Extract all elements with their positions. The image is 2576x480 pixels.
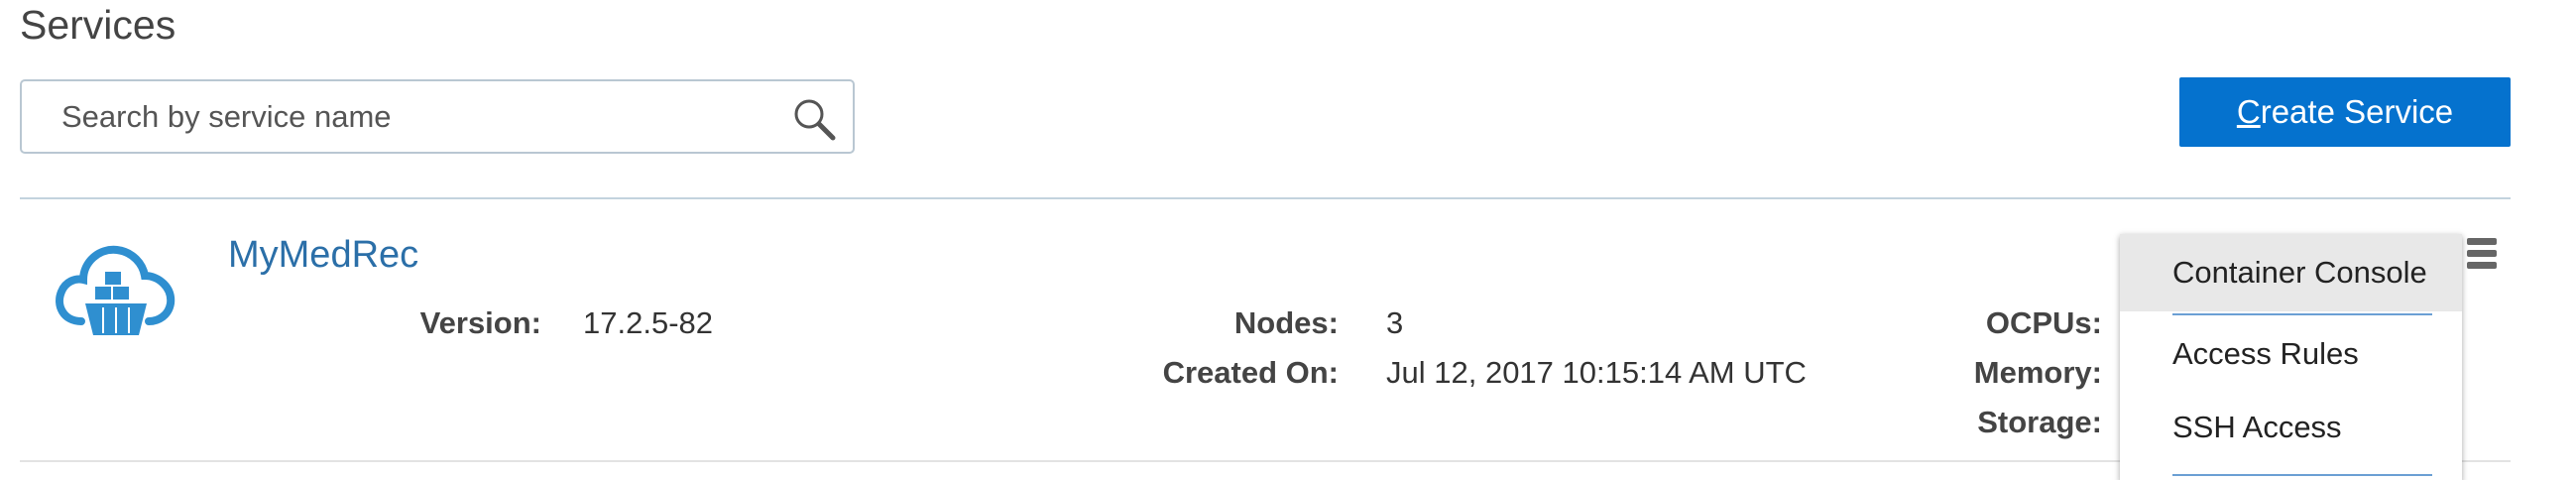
menu-item-ssh-access[interactable]: SSH Access (2120, 389, 2462, 466)
search-icon[interactable] (791, 96, 837, 142)
memory-label: Memory: (1973, 355, 2102, 390)
search-box (20, 79, 855, 154)
create-service-button[interactable]: Create Service (2179, 77, 2511, 147)
list-divider-top (20, 197, 2511, 199)
cloud-container-icon (56, 245, 176, 335)
menu-separator (2172, 474, 2432, 476)
version-label: Version: (419, 305, 541, 340)
service-name-link[interactable]: MyMedRec (228, 234, 418, 277)
storage-label: Storage: (1977, 405, 2102, 439)
service-actions-menu: Container Console Access Rules SSH Acces… (2120, 234, 2462, 480)
nodes-label: Nodes: (1233, 305, 1339, 340)
hamburger-menu-icon[interactable] (2463, 234, 2501, 278)
page-title: Services (20, 2, 176, 48)
created-on-label: Created On: (1162, 355, 1339, 390)
version-value: 17.2.5-82 (583, 305, 713, 340)
menu-item-access-rules[interactable]: Access Rules (2120, 315, 2462, 393)
ocpus-label: OCPUs: (1985, 305, 2102, 340)
create-service-mnemonic: C (2236, 93, 2261, 130)
nodes-value: 3 (1386, 305, 1404, 340)
create-service-label: reate Service (2260, 93, 2454, 130)
menu-item-container-console[interactable]: Container Console (2120, 234, 2462, 311)
search-input[interactable] (61, 81, 756, 152)
created-on-value: Jul 12, 2017 10:15:14 AM UTC (1386, 355, 1807, 390)
